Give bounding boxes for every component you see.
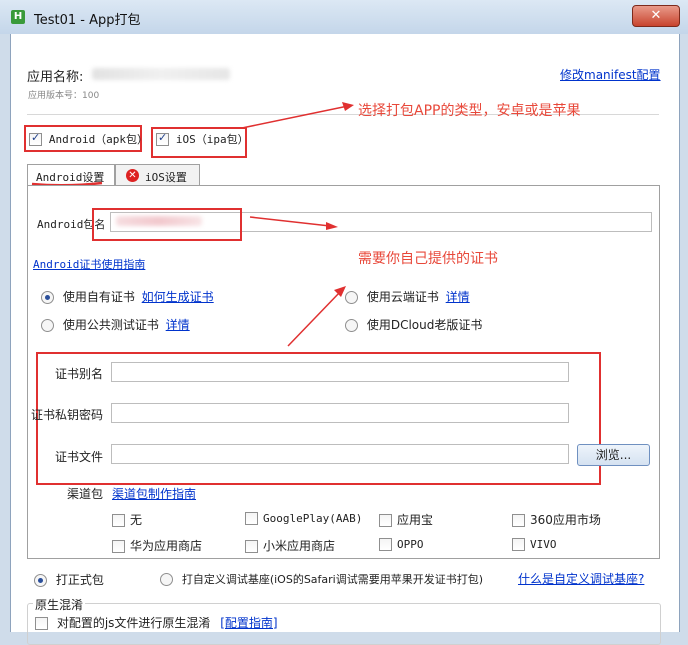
channel-guide-link[interactable]: 渠道包制作指南 (112, 485, 196, 502)
channel-label: 渠道包 (67, 487, 104, 501)
channel-yingyongbao-label: 应用宝 (397, 513, 434, 527)
obfuscation-js-option[interactable]: 对配置的js文件进行原生混淆 [配置指南] (35, 614, 278, 631)
channel-oppo[interactable]: OPPO (379, 537, 424, 551)
build-formal-label: 打正式包 (55, 573, 104, 587)
annotation-arrow-package (249, 216, 338, 230)
cert-public-radio[interactable] (41, 319, 54, 332)
annotation-choose-type: 选择打包APP的类型，安卓或是苹果 (358, 103, 581, 119)
channel-yingyongbao-checkbox[interactable] (379, 514, 392, 527)
channel-yingyongbao[interactable]: 应用宝 (379, 511, 433, 528)
window-title: Test01 - App打包 (34, 13, 141, 28)
app-icon: H (11, 10, 25, 24)
annotation-own-cert: 需要你自己提供的证书 (358, 251, 498, 267)
channel-360-checkbox[interactable] (512, 514, 525, 527)
build-custom-label: 打自定义调试基座(iOS的Safari调试需要用苹果开发证书打包) (181, 573, 484, 586)
build-custom-radio[interactable] (160, 573, 173, 586)
tab-ios-settings[interactable]: ✕ iOS设置 (115, 164, 200, 186)
android-checkbox-label: Android（apk包） (48, 133, 149, 146)
channel-none[interactable]: 无 (112, 511, 142, 528)
tab-ios-label: iOS设置 (145, 171, 187, 184)
cert-password-input[interactable] (111, 403, 569, 423)
channel-oppo-label: OPPO (397, 538, 424, 551)
channel-none-checkbox[interactable] (112, 514, 125, 527)
channel-huawei[interactable]: 华为应用商店 (112, 537, 202, 554)
obfuscation-js-checkbox[interactable] (35, 617, 48, 630)
channel-none-label: 无 (130, 513, 143, 527)
channel-vivo-label: VIVO (530, 538, 557, 551)
close-button[interactable]: ✕ (632, 5, 680, 27)
app-version-label: 应用版本号：100 (28, 91, 100, 101)
obfuscation-js-label: 对配置的js文件进行原生混淆 (56, 616, 211, 630)
edit-manifest-link[interactable]: 修改manifest配置 (560, 66, 661, 83)
channel-oppo-checkbox[interactable] (379, 538, 392, 551)
android-checkbox[interactable] (29, 131, 42, 146)
cert-alias-label: 证书别名 (55, 367, 104, 381)
app-name-value-redacted (92, 68, 230, 80)
ios-checkbox-row[interactable]: iOS（ipa包） (156, 131, 249, 147)
channel-huawei-label: 华为应用商店 (130, 539, 203, 553)
build-formal-option[interactable]: 打正式包 (34, 571, 104, 588)
error-icon: ✕ (126, 169, 139, 182)
channel-googleplay-label: GooglePlay(AAB) (263, 512, 363, 525)
cert-option-cloud[interactable]: 使用云端证书 详情 (345, 288, 470, 305)
app-name-label: 应用名称: (27, 70, 84, 85)
cert-alias-input[interactable] (111, 362, 569, 382)
build-formal-radio[interactable] (34, 574, 47, 587)
channel-xiaomi-checkbox[interactable] (245, 540, 258, 553)
annotation-arrow-cert (287, 286, 346, 347)
cert-file-label: 证书文件 (55, 450, 104, 464)
channel-xiaomi-label: 小米应用商店 (263, 539, 336, 553)
cert-public-details-link[interactable]: 详情 (166, 318, 190, 332)
obfuscation-title: 原生混淆 (33, 596, 86, 613)
cert-option-dcloud[interactable]: 使用DCloud老版证书 (345, 316, 482, 333)
cert-public-label: 使用公共测试证书 (62, 318, 159, 332)
package-highlight-box (92, 208, 242, 241)
channel-googleplay-checkbox[interactable] (245, 512, 258, 525)
cert-option-own[interactable]: 使用自有证书 如何生成证书 (41, 288, 214, 305)
channel-vivo-checkbox[interactable] (512, 538, 525, 551)
cert-own-radio[interactable] (41, 291, 54, 304)
channel-xiaomi[interactable]: 小米应用商店 (245, 537, 335, 554)
ios-checkbox[interactable] (156, 131, 169, 146)
browse-button[interactable]: 浏览... (577, 444, 650, 466)
cert-cloud-details-link[interactable]: 详情 (446, 290, 470, 304)
cert-file-input[interactable] (111, 444, 569, 464)
obfuscation-config-link[interactable]: [配置指南] (220, 616, 277, 630)
build-custom-base-option[interactable]: 打自定义调试基座(iOS的Safari调试需要用苹果开发证书打包) (160, 571, 483, 587)
channel-vivo[interactable]: VIVO (512, 537, 557, 551)
android-checkbox-row[interactable]: Android（apk包） (29, 131, 148, 147)
cert-dcloud-label: 使用DCloud老版证书 (366, 318, 483, 332)
cert-option-public-test[interactable]: 使用公共测试证书 详情 (41, 316, 190, 333)
custom-base-help-link[interactable]: 什么是自定义调试基座? (518, 570, 644, 587)
cert-own-label: 使用自有证书 (62, 290, 135, 304)
android-cert-guide-link[interactable]: Android证书使用指南 (33, 256, 145, 272)
channel-360-label: 360应用市场 (530, 513, 601, 527)
annotation-arrow-platform (241, 102, 354, 129)
channel-googleplay[interactable]: GooglePlay(AAB) (245, 511, 362, 525)
cert-cloud-label: 使用云端证书 (366, 290, 439, 304)
how-to-generate-cert-link[interactable]: 如何生成证书 (142, 290, 214, 304)
ios-checkbox-label: iOS（ipa包） (175, 133, 249, 146)
channel-360[interactable]: 360应用市场 (512, 511, 601, 528)
channel-huawei-checkbox[interactable] (112, 540, 125, 553)
cert-password-label: 证书私钥密码 (31, 408, 104, 422)
